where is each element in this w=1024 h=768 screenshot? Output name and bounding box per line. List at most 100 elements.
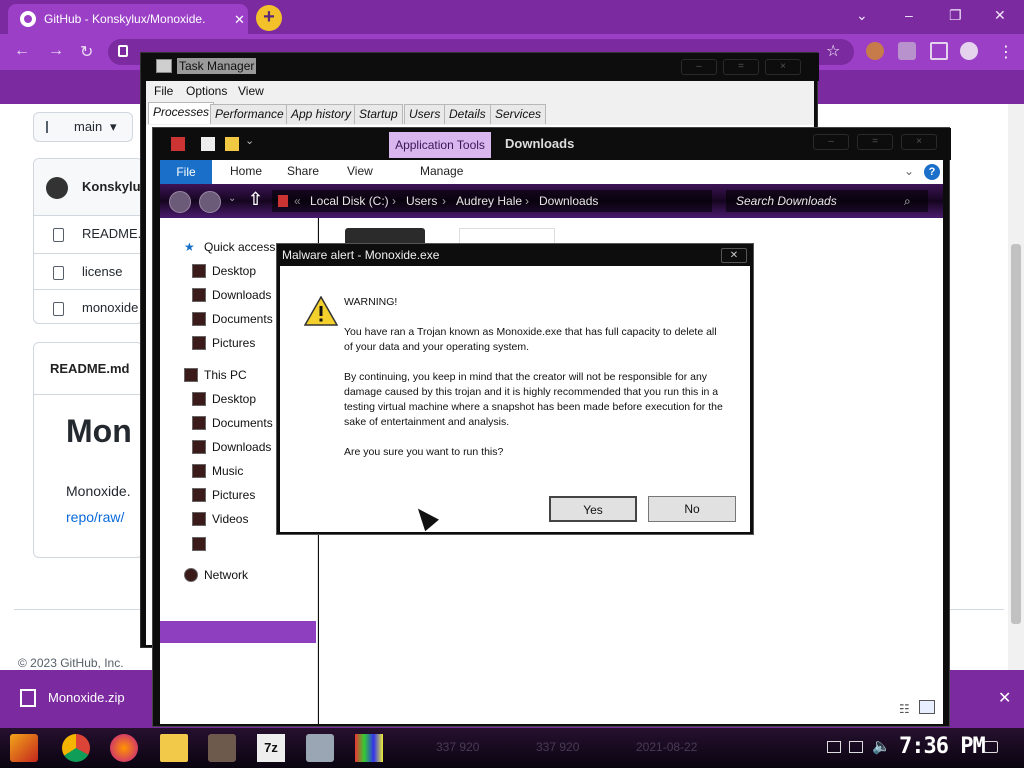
file-explorer-icon[interactable]	[160, 734, 188, 762]
tab-processes[interactable]: Processes	[148, 102, 215, 124]
browser-tab[interactable]: GitHub - Konskylux/Monoxide. ✕	[8, 4, 248, 34]
back-icon[interactable]	[169, 191, 191, 213]
ribbon-tab-view[interactable]: View	[347, 164, 373, 178]
tab-performance[interactable]: Performance	[210, 104, 289, 124]
battery-icon[interactable]	[827, 741, 841, 753]
dialog-question: Are you sure you want to run this?	[344, 446, 504, 458]
firefox-icon[interactable]	[110, 734, 138, 762]
close-button[interactable]: ×	[901, 134, 937, 150]
start-button[interactable]	[10, 734, 38, 762]
details-view-icon[interactable]: ☷	[899, 702, 910, 716]
footer-copyright: © 2023 GitHub, Inc.	[18, 656, 124, 670]
ribbon-tab-home[interactable]: Home	[230, 164, 262, 178]
network-tray-icon[interactable]	[849, 741, 863, 753]
menu-view[interactable]: View	[238, 84, 264, 98]
menu-options[interactable]: Options	[186, 84, 227, 98]
repo-owner[interactable]: Konskylu	[34, 159, 142, 215]
tab-users[interactable]: Users	[404, 104, 446, 124]
close-icon[interactable]: ✕	[998, 688, 1011, 708]
file-row[interactable]: monoxide	[34, 289, 142, 323]
help-icon[interactable]: ?	[924, 164, 940, 180]
breadcrumb-users[interactable]: Users	[406, 190, 437, 212]
menu-file[interactable]: File	[154, 84, 173, 98]
checklist-icon[interactable]	[201, 137, 215, 151]
download-item[interactable]: Monoxide.zip	[48, 690, 125, 705]
tab-startup[interactable]: Startup	[354, 104, 403, 124]
readme-link[interactable]: repo/raw/	[66, 509, 124, 525]
nav-quick-desktop[interactable]: Desktop	[190, 261, 256, 281]
ribbon-expand-icon[interactable]: ⌄	[904, 164, 914, 178]
breadcrumb-local-disk[interactable]: Local Disk (C:)	[310, 190, 389, 212]
close-icon[interactable]: ✕	[994, 7, 1006, 24]
nav-quick-pictures[interactable]: Pictures	[190, 333, 255, 353]
scrollbar-thumb[interactable]	[1011, 244, 1021, 624]
up-arrow-icon[interactable]: ⇧	[248, 189, 263, 210]
minimize-button[interactable]: –	[813, 134, 849, 150]
kebab-menu-icon[interactable]: ⋮	[998, 42, 1014, 62]
nav-pc-music[interactable]: Music	[190, 461, 243, 481]
restore-icon[interactable]: ❐	[949, 7, 962, 24]
bookmark-star-icon[interactable]: ☆	[826, 41, 840, 61]
7zip-icon[interactable]: 7z	[257, 734, 285, 762]
file-row[interactable]: license	[34, 253, 142, 291]
nav-network[interactable]: Network	[184, 565, 248, 585]
reload-icon[interactable]: ↻	[80, 42, 93, 62]
chrome-icon[interactable]	[62, 734, 90, 762]
nav-pc-downloads[interactable]: Downloads	[190, 437, 271, 457]
nav-this-pc[interactable]: This PC	[184, 365, 247, 385]
qat-dropdown-icon[interactable]: ⌄	[245, 134, 254, 147]
volume-icon[interactable]: 🔈	[872, 737, 891, 755]
dialog-close-button[interactable]: ✕	[721, 248, 747, 263]
back-icon[interactable]: ←	[14, 42, 30, 60]
search-input[interactable]: Search Downloads ⌕	[726, 190, 928, 212]
task-manager-taskbar-icon[interactable]	[306, 734, 334, 762]
breadcrumb-downloads[interactable]: Downloads	[539, 190, 598, 212]
file-row[interactable]: README.	[34, 215, 142, 253]
thumbnails-view-icon[interactable]	[919, 700, 935, 714]
folder-icon[interactable]	[225, 137, 239, 151]
nav-pc-documents[interactable]: Documents	[190, 413, 273, 433]
tab-details[interactable]: Details	[444, 104, 491, 124]
system-clock[interactable]: 7:36 PM	[899, 734, 986, 759]
profile-icon[interactable]	[960, 42, 978, 60]
page-scrollbar[interactable]	[1008, 104, 1024, 670]
close-button[interactable]: ×	[765, 59, 801, 75]
tab-close-button[interactable]: ✕	[234, 13, 245, 26]
nav-quick-downloads[interactable]: Downloads	[190, 285, 271, 305]
notifications-icon[interactable]	[984, 741, 998, 753]
yes-button[interactable]: Yes	[549, 496, 637, 522]
nav-pc-desktop[interactable]: Desktop	[190, 389, 256, 409]
tab-services[interactable]: Services	[490, 104, 547, 124]
forward-icon[interactable]	[199, 191, 221, 213]
new-tab-button[interactable]: +	[256, 5, 282, 31]
tab-app-history[interactable]: App history	[286, 104, 357, 124]
nav-quick-documents[interactable]: Documents	[190, 309, 273, 329]
sidepanel-icon[interactable]	[930, 42, 948, 60]
application-tools-tab[interactable]: Application Tools	[389, 132, 491, 158]
ribbon-tab-manage[interactable]: Manage	[420, 164, 463, 178]
forward-icon[interactable]: →	[48, 42, 64, 60]
recent-dropdown-icon[interactable]: ⌄	[228, 193, 236, 204]
properties-icon[interactable]	[171, 137, 185, 151]
chevron-down-icon[interactable]: ⌄	[856, 7, 868, 24]
puzzle-icon[interactable]	[898, 42, 916, 60]
breadcrumb-user[interactable]: Audrey Hale	[456, 190, 522, 212]
drive-icon	[278, 195, 288, 207]
maximize-button[interactable]: =	[723, 59, 759, 75]
minimize-button[interactable]: –	[681, 59, 717, 75]
nav-pc-pictures[interactable]: Pictures	[190, 485, 255, 505]
nav-quick-access[interactable]: ★ Quick access	[180, 237, 275, 257]
ribbon-tab-file[interactable]: File	[160, 160, 212, 184]
breadcrumb[interactable]: « Local Disk (C:) › Users › Audrey Hale …	[272, 190, 712, 212]
ribbon-tab-share[interactable]: Share	[287, 164, 319, 178]
extension-icon[interactable]	[866, 42, 884, 60]
minimize-icon[interactable]: –	[905, 7, 913, 23]
videos-icon	[192, 512, 206, 526]
photo-app-icon[interactable]	[208, 734, 236, 762]
maximize-button[interactable]: =	[857, 134, 893, 150]
branch-selector[interactable]: main ▾	[33, 112, 133, 142]
nav-local-disk[interactable]: Local Disk (C:)	[190, 534, 296, 554]
nav-pc-videos[interactable]: Videos	[190, 509, 248, 529]
no-button[interactable]: No	[648, 496, 736, 522]
monoxide-app-icon[interactable]	[355, 734, 383, 762]
